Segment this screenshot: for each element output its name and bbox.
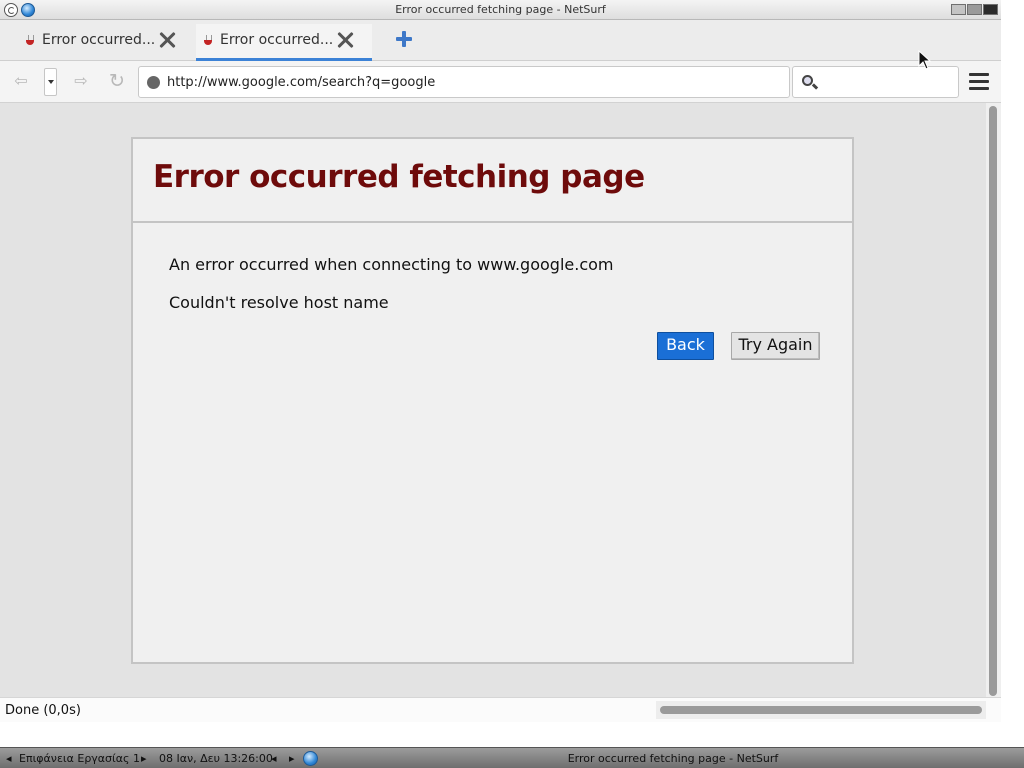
error-header: Error occurred fetching page [133,139,852,223]
site-info-icon[interactable] [147,76,160,89]
tab-strip: Error occurred... Error occurred... [0,20,1001,61]
url-input[interactable] [167,71,767,93]
minimize-button[interactable] [951,4,966,15]
title-bar[interactable]: Error occurred fetching page - NetSurf [0,0,1001,20]
navigation-toolbar: ⇦ ⇨ ↻ [0,61,1001,103]
status-bar: Done (0,0s) [0,697,1001,722]
web-search-box[interactable] [792,66,959,98]
browser-window: Error occurred fetching page - NetSurf E… [0,0,1001,722]
hamburger-menu-icon[interactable] [967,72,991,92]
netsurf-page-icon [202,35,214,47]
tab-error-2-active[interactable]: Error occurred... [196,24,372,61]
page-title: Error occurred fetching page [153,159,645,195]
error-detail: Couldn't resolve host name [169,293,389,312]
desktop-name[interactable]: Επιφάνεια Εργασίας 1 [19,752,140,765]
forward-arrow-icon[interactable]: ⇨ [68,69,94,93]
taskbar: ◂ Επιφάνεια Εργασίας 1 ▸ 08 Ιαν, Δευ 13:… [0,747,1024,768]
horizontal-scrollbar[interactable] [656,701,986,719]
next-desktop-icon[interactable]: ▸ [141,752,147,765]
reload-icon[interactable]: ↻ [104,69,130,93]
netsurf-page-icon [24,35,36,47]
desktop-screen: Error occurred fetching page - NetSurf E… [0,0,1024,768]
maximize-button[interactable] [967,4,982,15]
vertical-scroll-thumb[interactable] [989,106,997,696]
web-search-input[interactable] [821,71,951,93]
tab-error-1[interactable]: Error occurred... [18,24,194,61]
back-arrow-icon[interactable]: ⇦ [8,69,34,93]
close-tab-icon[interactable] [158,31,176,49]
status-text: Done (0,0s) [5,703,81,718]
search-icon[interactable] [802,75,813,86]
task-globe-icon [303,751,318,766]
try-again-button[interactable]: Try Again [731,332,820,360]
close-window-button[interactable] [983,4,998,15]
url-bar[interactable] [138,66,790,98]
error-message: An error occurred when connecting to www… [169,255,614,274]
vertical-scrollbar[interactable] [986,103,1001,697]
tab-label: Error occurred... [42,32,156,48]
page-viewport: Error occurred fetching page An error oc… [0,103,986,697]
history-dropdown-icon[interactable] [44,68,57,96]
next-task-icon[interactable]: ▸ [289,752,295,765]
new-tab-plus-icon[interactable] [396,31,412,47]
taskbar-window-title[interactable]: Error occurred fetching page - NetSurf [322,752,1024,765]
mouse-cursor-icon [918,50,932,70]
previous-task-icon[interactable]: ◂ [271,752,277,765]
previous-desktop-icon[interactable]: ◂ [6,752,12,765]
horizontal-scroll-thumb[interactable] [660,706,982,714]
window-title: Error occurred fetching page - NetSurf [395,3,606,16]
error-panel: Error occurred fetching page An error oc… [131,137,854,664]
tab-label: Error occurred... [220,32,334,48]
back-button[interactable]: Back [657,332,714,360]
close-tab-icon[interactable] [336,31,354,49]
clock: 08 Ιαν, Δευ 13:26:00 [159,752,273,765]
